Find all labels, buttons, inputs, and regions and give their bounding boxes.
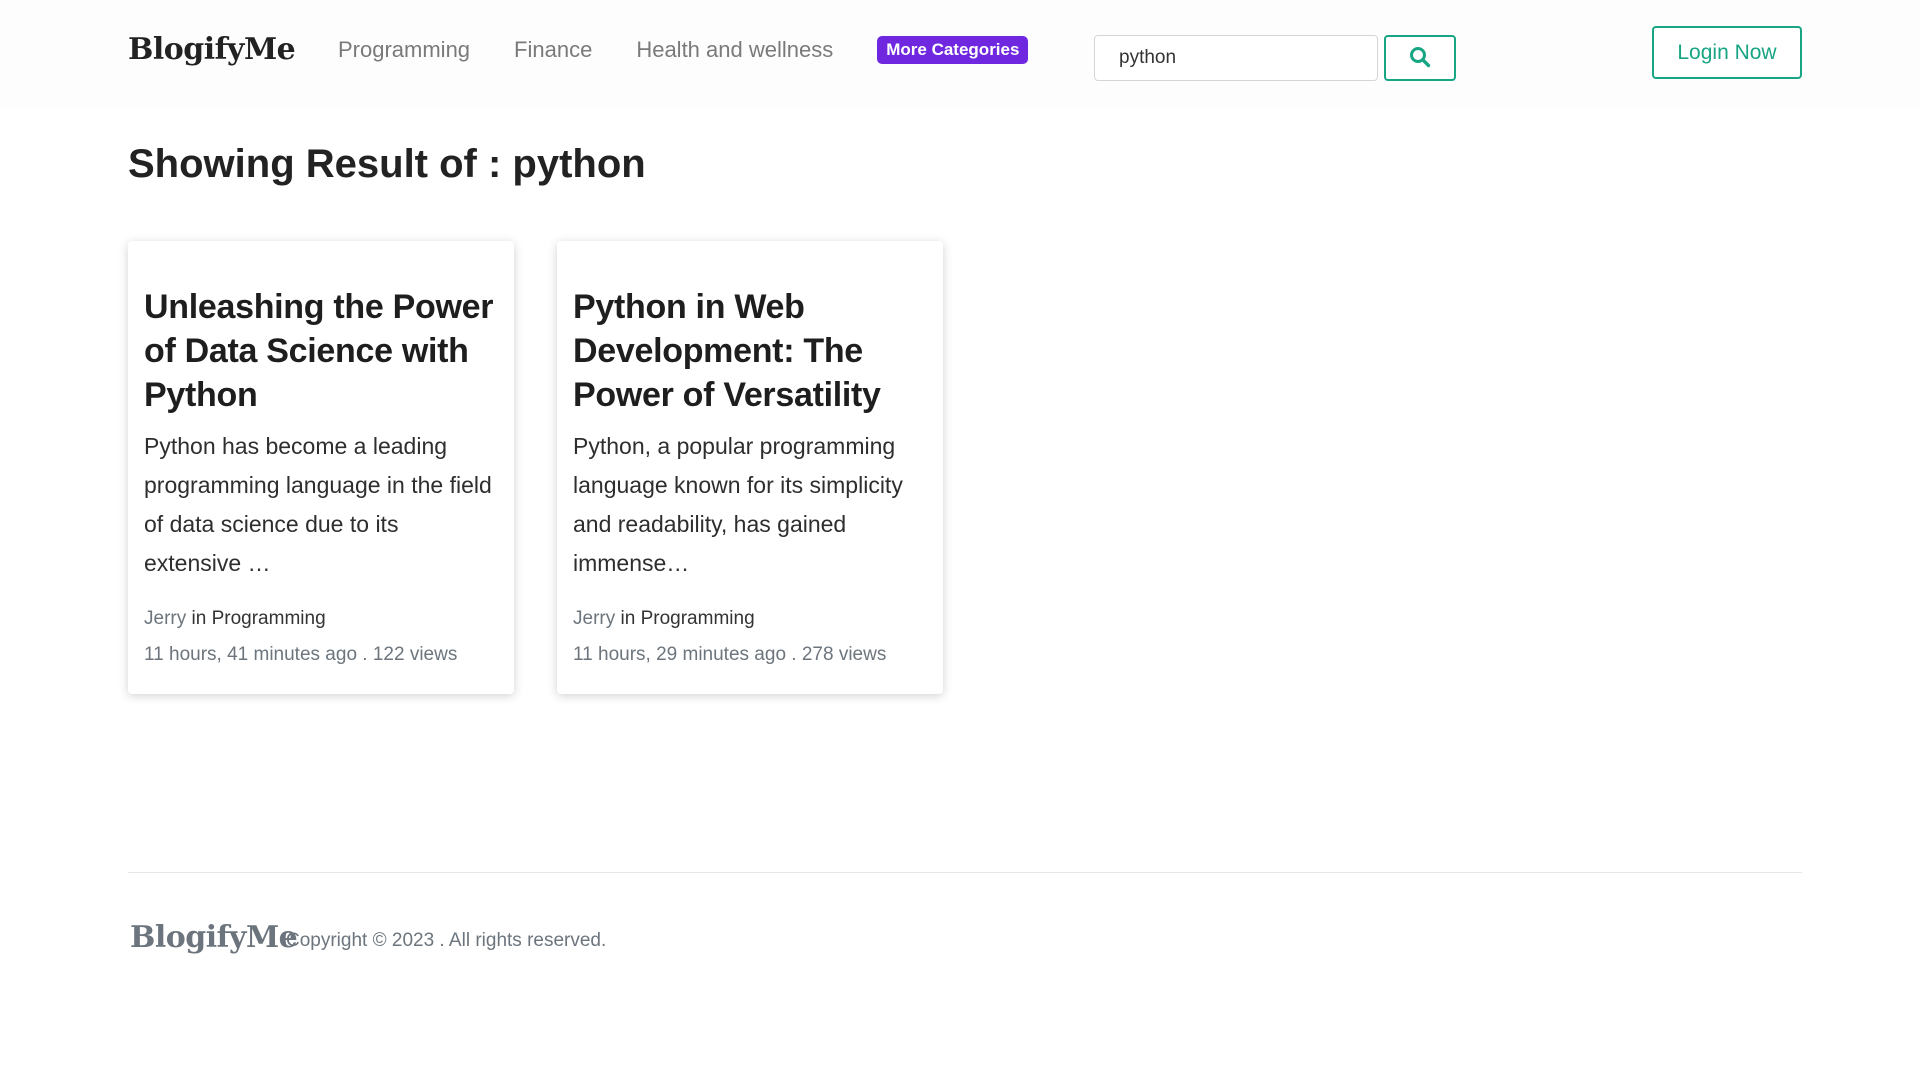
- search-results-heading: Showing Result of : python: [128, 142, 646, 187]
- login-button[interactable]: Login Now: [1652, 26, 1802, 79]
- post-in-label: in: [615, 608, 641, 629]
- search-input[interactable]: [1094, 35, 1378, 81]
- post-meta: Jerry in Programming 11 hours, 29 minute…: [573, 601, 886, 673]
- post-author-line: Jerry in Programming: [573, 601, 886, 637]
- post-meta: Jerry in Programming 11 hours, 41 minute…: [144, 601, 457, 673]
- post-card[interactable]: Python in Web Development: The Power of …: [557, 241, 943, 694]
- post-time-views: 11 hours, 41 minutes ago . 122 views: [144, 644, 458, 665]
- footer-divider: [128, 872, 1802, 873]
- search-icon: [1409, 46, 1431, 71]
- more-categories-button[interactable]: More Categories: [877, 36, 1029, 64]
- footer-brand-logo[interactable]: BlogifyMe: [130, 920, 298, 955]
- top-navbar: BlogifyMe Programming Finance Health and…: [0, 0, 1920, 108]
- search-button[interactable]: [1384, 35, 1456, 81]
- post-excerpt: Python has become a leading programming …: [144, 433, 492, 576]
- nav-link-programming[interactable]: Programming: [338, 37, 470, 63]
- post-time-views: 11 hours, 29 minutes ago . 278 views: [573, 644, 887, 665]
- post-card[interactable]: Unleashing the Power of Data Science wit…: [128, 241, 514, 694]
- results-query: python: [512, 142, 646, 186]
- post-excerpt: Python, a popular programming language k…: [573, 433, 903, 576]
- main-nav: Programming Finance Health and wellness …: [338, 36, 1029, 64]
- page: BlogifyMe Programming Finance Health and…: [0, 0, 1920, 1080]
- search-form: [1094, 35, 1456, 81]
- results-prefix: Showing Result of :: [128, 142, 513, 186]
- brand-logo[interactable]: BlogifyMe: [128, 32, 296, 67]
- post-category[interactable]: Programming: [212, 608, 326, 629]
- footer-copyright: Copyright © 2023 . All rights reserved.: [286, 930, 607, 951]
- post-title[interactable]: Python in Web Development: The Power of …: [573, 285, 927, 417]
- post-title[interactable]: Unleashing the Power of Data Science wit…: [144, 285, 498, 417]
- post-in-label: in: [186, 608, 212, 629]
- post-author[interactable]: Jerry: [573, 608, 615, 629]
- nav-link-finance[interactable]: Finance: [514, 37, 592, 63]
- post-author[interactable]: Jerry: [144, 608, 186, 629]
- post-author-line: Jerry in Programming: [144, 601, 457, 637]
- post-category[interactable]: Programming: [641, 608, 755, 629]
- nav-link-health-and-wellness[interactable]: Health and wellness: [636, 37, 833, 63]
